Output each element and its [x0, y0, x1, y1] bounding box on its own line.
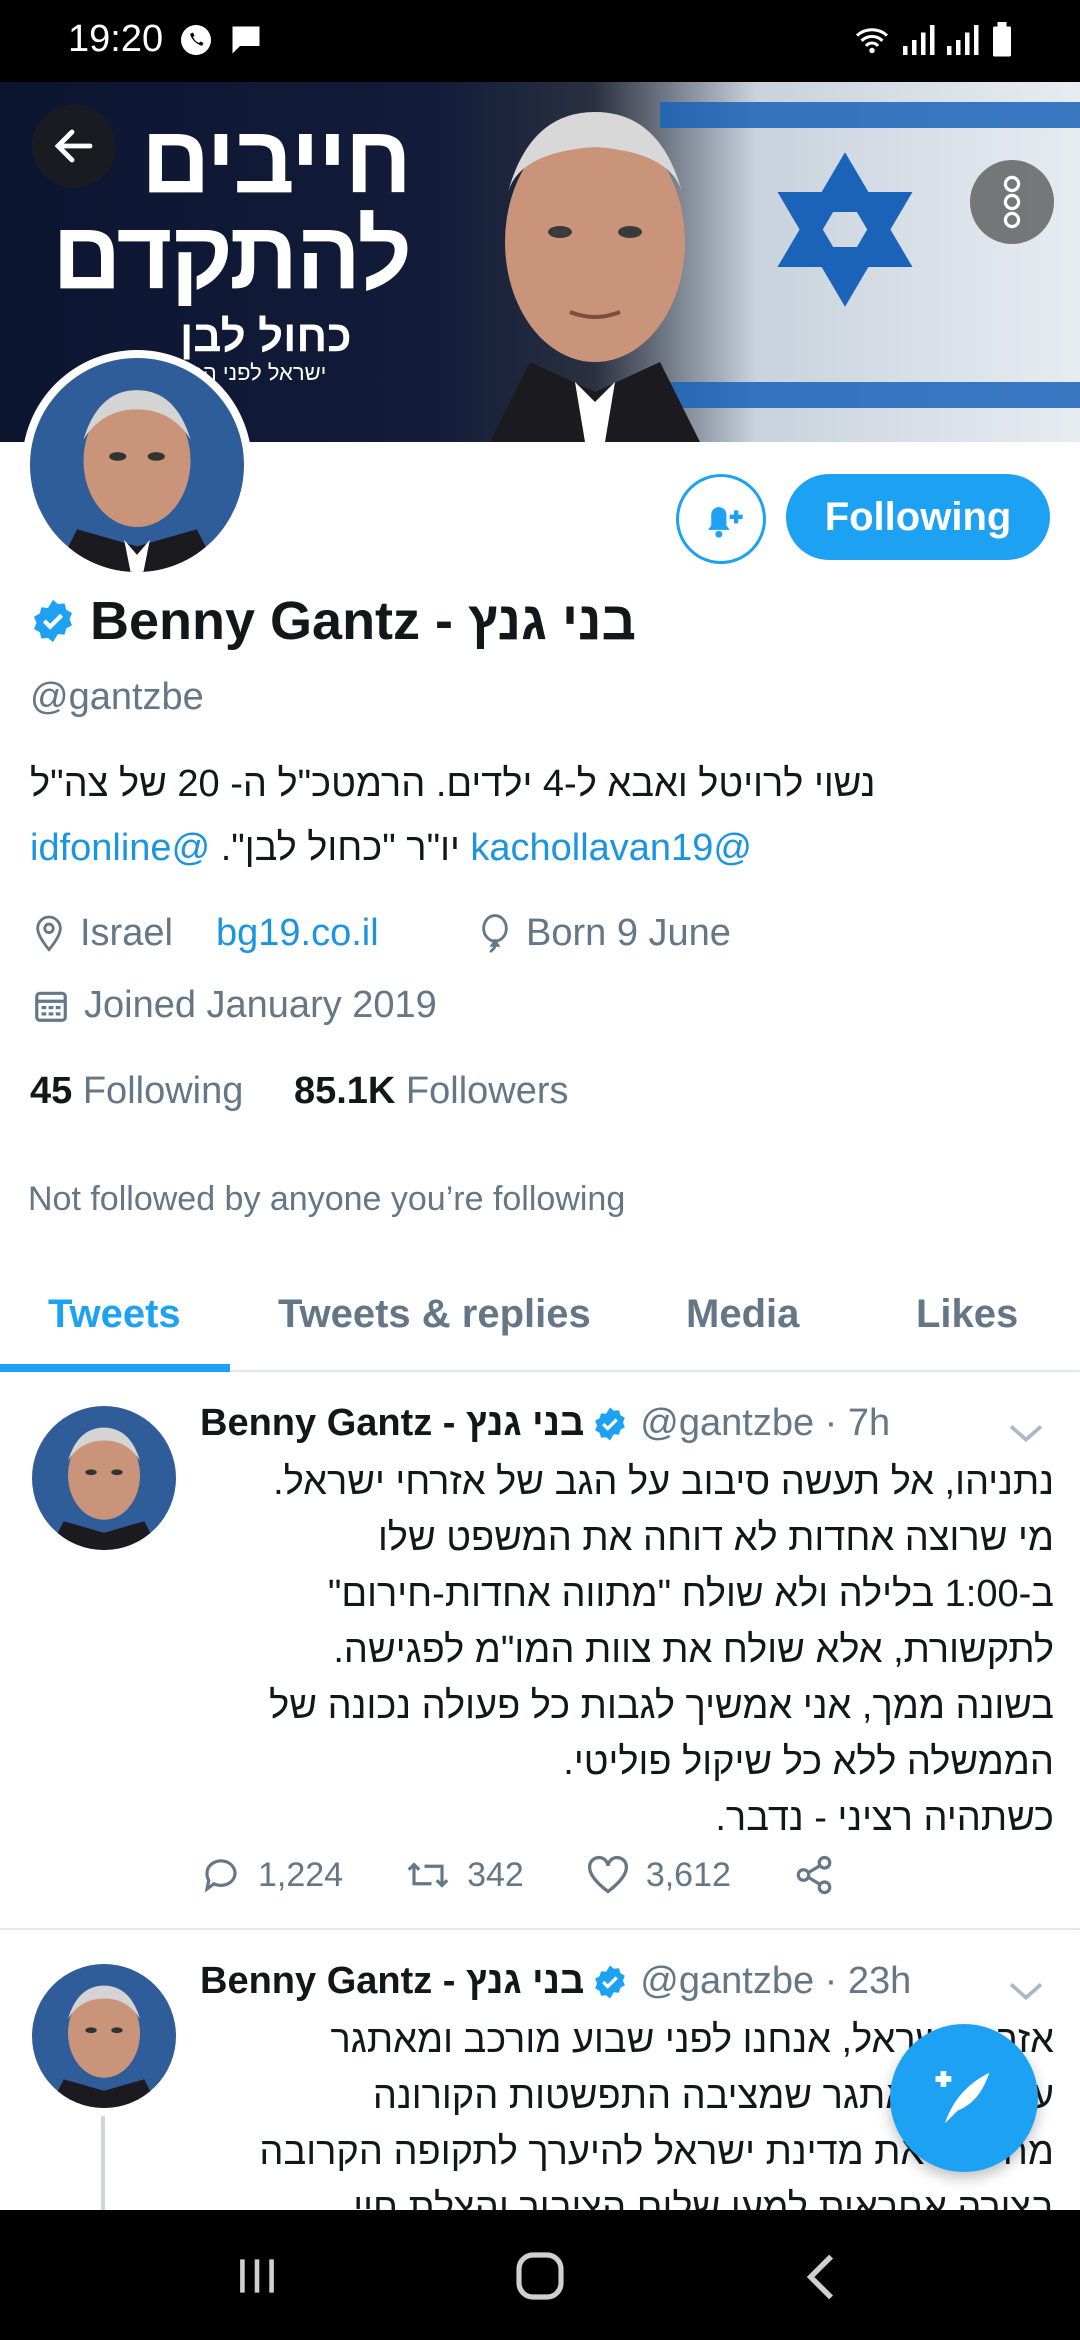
tweet-line: נתניהו, אל תעשה סיבוב על הגב של אזרחי יש…: [273, 1461, 1054, 1503]
compose-feather-icon: [935, 2071, 990, 2124]
tweet-author-name: Benny Gantz - בני גנץ: [200, 1960, 585, 2002]
tweet-handle-time: @gantzbe · 23h: [640, 1960, 912, 2002]
bio-line-2-text: יו"ר "כחול לבן".: [210, 827, 471, 869]
tweet-avatar-photo: [32, 1964, 176, 2108]
tweet-line: מי שרוצה אחדות לא דוחה את המשפט שלו: [377, 1517, 1054, 1559]
more-options-button[interactable]: [970, 160, 1054, 244]
banner-slogan-line2: להתקדם: [52, 202, 412, 309]
retweet-icon: [407, 1862, 449, 1888]
profile-joined: Joined January 2019: [32, 984, 437, 1027]
followers-count: 85.1K: [293, 1070, 396, 1112]
following-label: Following: [82, 1070, 244, 1112]
heart-icon: [587, 1855, 628, 1894]
profile-location: Israel: [32, 912, 173, 955]
tweet-line: לתקשורת, אלא שולח את צוות המו"מ לפגישה.: [333, 1629, 1054, 1671]
thread-connector: [101, 2116, 105, 2212]
battery-icon: [993, 22, 1011, 57]
tweet-item[interactable]: Benny Gantz - בני גנץ @gantzbe · 7h נתני…: [0, 1374, 1080, 1930]
share-button[interactable]: [793, 1854, 835, 1896]
not-followed-note: Not followed by anyone you’re following: [28, 1180, 626, 1218]
chevron-down-icon[interactable]: [1006, 1976, 1046, 2006]
more-vertical-icon: [1003, 175, 1021, 229]
profile-tabs: Tweets Tweets & replies Media Likes: [0, 1268, 1080, 1372]
calendar-icon: [35, 991, 67, 1022]
banner-flag-graphic: [660, 102, 1080, 408]
retweet-count: 342: [467, 1855, 524, 1894]
followers-count-link[interactable]: 85.1K Followers: [294, 1070, 569, 1112]
tab-tweets-replies[interactable]: Tweets & replies: [278, 1292, 591, 1337]
tweet-actions: 1,224 342 3,612: [200, 1854, 897, 1896]
following-button[interactable]: Following: [786, 474, 1050, 560]
bio-line-2: @kachollavan19 יו"ר "כחול לבן". @idfonli…: [30, 816, 1050, 880]
tweet-author-name: Benny Gantz - בני גנץ: [200, 1402, 585, 1444]
tweet-line: כשתהיה רציני - נדבר.: [715, 1797, 1054, 1839]
reply-button[interactable]: 1,224: [200, 1854, 343, 1896]
profile-name-row: Benny Gantz - בני גנץ: [30, 590, 636, 652]
profile-birthday: Born 9 June: [478, 912, 731, 955]
message-notification-icon: [232, 26, 260, 54]
whatsapp-notification-icon: [181, 25, 211, 55]
share-icon: [796, 1855, 832, 1895]
tweet-header: Benny Gantz - בני גנץ @gantzbe · 23h: [200, 1960, 911, 2003]
tweet-avatar[interactable]: [32, 1406, 176, 1550]
system-nav-bar: [0, 2210, 1080, 2340]
profile-website-link[interactable]: bg19.co.il: [216, 912, 379, 955]
profile-name: Benny Gantz - בני גנץ: [90, 591, 637, 651]
following-count-link[interactable]: 45 Following: [30, 1070, 243, 1112]
back-button[interactable]: [32, 104, 116, 188]
birthday-text: Born 9 June: [526, 912, 731, 954]
reply-count: 1,224: [258, 1855, 344, 1894]
tweet-avatar[interactable]: [32, 1964, 176, 2108]
notifications-bell-button[interactable]: [676, 474, 766, 564]
banner-party-name: כחול לבן: [180, 312, 352, 361]
bio-line-1: נשוי לרויטל ואבא ל-4 ילדים. הרמטכ"ל ה- 2…: [30, 763, 876, 805]
tweet-line: הממשלה ללא כל שיקול פוליטי.: [563, 1741, 1054, 1783]
verified-badge-icon: [595, 1407, 626, 1440]
avatar-photo: [30, 358, 244, 572]
compose-tweet-button[interactable]: [890, 2024, 1038, 2172]
retweet-button[interactable]: 342: [405, 1854, 524, 1896]
tab-likes[interactable]: Likes: [916, 1292, 1018, 1337]
reply-icon: [204, 1859, 237, 1893]
location-text: Israel: [80, 912, 173, 954]
back-arrow-icon: [54, 129, 93, 163]
tweet-header: Benny Gantz - בני גנץ @gantzbe · 7h: [200, 1402, 890, 1445]
recent-apps-icon[interactable]: [232, 2254, 282, 2298]
back-nav-icon[interactable]: [802, 2252, 842, 2302]
tweet-text: נתניהו, אל תעשה סיבוב על הגב של אזרחי יש…: [200, 1454, 1054, 1846]
verified-badge-icon: [34, 599, 72, 643]
location-pin-icon: [36, 915, 62, 952]
like-button[interactable]: 3,612: [586, 1854, 731, 1896]
status-bar: 19:20: [0, 0, 1080, 82]
like-count: 3,612: [645, 1855, 731, 1894]
chevron-down-icon[interactable]: [1006, 1418, 1046, 1448]
tweet-line: בשונה ממך, אני אמשיך לגבות כל פעולה נכונ…: [269, 1685, 1054, 1727]
profile-handle: @gantzbe: [30, 676, 204, 718]
tweet-line: ב-1:00 בלילה ולא שולח "מתווה אחדות-חירום…: [327, 1573, 1054, 1615]
wifi-icon: [856, 28, 888, 54]
mention-idfonline[interactable]: @idfonline: [30, 827, 210, 869]
tweet-avatar-photo: [32, 1406, 176, 1550]
followers-label: Followers: [405, 1070, 569, 1112]
profile-avatar[interactable]: [22, 350, 252, 580]
verified-badge-icon: [595, 1965, 626, 1998]
signal-icon-2: [947, 25, 979, 55]
following-count: 45: [30, 1070, 73, 1112]
active-tab-indicator: [0, 1364, 230, 1372]
joined-text: Joined January 2019: [84, 984, 437, 1026]
tweet-handle-time: @gantzbe · 7h: [640, 1402, 891, 1444]
profile-bio: נשוי לרויטל ואבא ל-4 ילדים. הרמטכ"ל ה- 2…: [30, 752, 1050, 880]
follow-counts: 45 Following 85.1K Followers: [30, 1070, 569, 1113]
tab-tweets[interactable]: Tweets: [48, 1292, 181, 1337]
mention-kachollavan19[interactable]: @kachollavan19: [470, 827, 752, 869]
balloon-icon: [482, 913, 508, 953]
banner-slogan-line1: חייבים: [141, 106, 412, 213]
signal-icon-1: [903, 25, 935, 55]
tab-media[interactable]: Media: [686, 1292, 799, 1337]
bell-plus-icon: [708, 507, 743, 538]
banner-slogan: חייבים להתקדם: [52, 106, 412, 309]
banner-portrait: [490, 112, 700, 442]
status-time: 19:20: [68, 18, 164, 60]
home-icon[interactable]: [512, 2250, 568, 2302]
